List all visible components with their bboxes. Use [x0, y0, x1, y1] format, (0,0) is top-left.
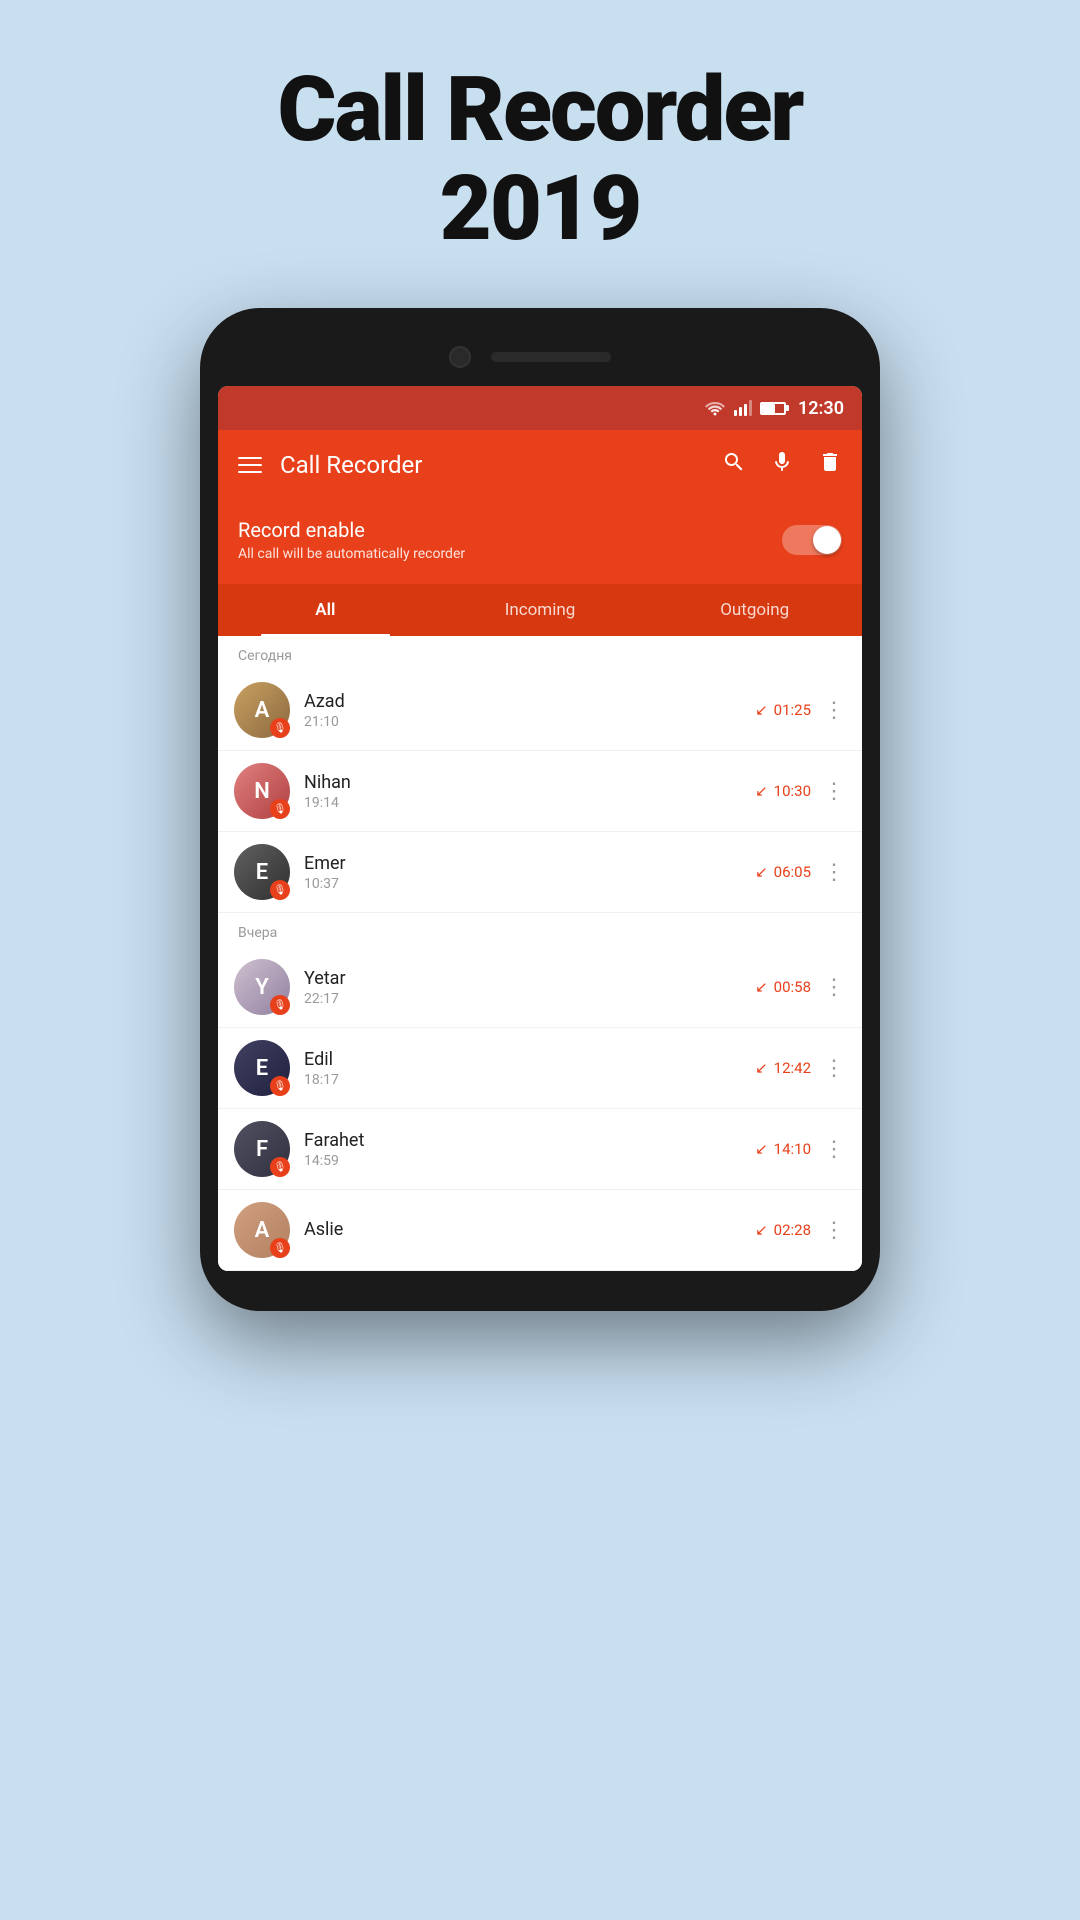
more-btn-aslie[interactable]: ⋮ [821, 1214, 846, 1247]
record-subtitle: All call will be automatically recorder [238, 546, 465, 562]
call-name-nihan: Nihan [304, 772, 755, 793]
app-bar: Call Recorder [218, 430, 862, 500]
call-arrow-azad: ↙ [755, 701, 768, 719]
more-btn-emer[interactable]: ⋮ [821, 856, 846, 889]
call-duration-azad: ↙ 01:25 [755, 701, 811, 719]
wifi-icon [704, 400, 726, 416]
call-name-yetar: Yetar [304, 968, 755, 989]
tab-incoming[interactable]: Incoming [433, 584, 648, 636]
record-title: Record enable [238, 518, 465, 542]
avatar-wrap-nihan: N 🎙 [234, 763, 290, 819]
call-name-emer: Emer [304, 853, 755, 874]
avatar-wrap-emer: E 🎙 [234, 844, 290, 900]
more-btn-nihan[interactable]: ⋮ [821, 775, 846, 808]
call-name-edil: Edil [304, 1049, 755, 1070]
tab-outgoing[interactable]: Outgoing [647, 584, 862, 636]
call-info-azad: Azad 21:10 [304, 691, 755, 730]
call-time-yetar: 22:17 [304, 991, 755, 1007]
record-text: Record enable All call will be automatic… [238, 518, 465, 562]
call-time-nihan: 19:14 [304, 795, 755, 811]
call-item-farahet[interactable]: F 🎙 Farahet 14:59 ↙ 14:10 ⋮ [218, 1109, 862, 1190]
call-arrow-emer: ↙ [755, 863, 768, 881]
signal-icon [734, 400, 752, 416]
call-name-aslie: Aslie [304, 1219, 755, 1240]
tab-all[interactable]: All [218, 584, 433, 636]
toggle-thumb [813, 526, 841, 554]
call-time-edil: 18:17 [304, 1072, 755, 1088]
call-info-nihan: Nihan 19:14 [304, 772, 755, 811]
call-duration-nihan: ↙ 10:30 [755, 782, 811, 800]
section-header-today: Сегодня [218, 636, 862, 670]
status-time: 12:30 [798, 398, 844, 419]
call-list: Сегодня A 🎙 Azad 21:10 ↙ 01:25 ⋮ [218, 636, 862, 1271]
avatar-badge-farahet: 🎙 [270, 1157, 290, 1177]
status-bar: 12:30 [218, 386, 862, 430]
phone-camera [449, 346, 471, 368]
call-arrow-edil: ↙ [755, 1059, 768, 1077]
delete-icon[interactable] [814, 446, 846, 484]
avatar-wrap-aslie: A 🎙 [234, 1202, 290, 1258]
call-duration-emer: ↙ 06:05 [755, 863, 811, 881]
call-name-farahet: Farahet [304, 1130, 755, 1151]
call-info-aslie: Aslie [304, 1219, 755, 1242]
app-bar-title: Call Recorder [280, 451, 704, 479]
call-item-yetar[interactable]: Y 🎙 Yetar 22:17 ↙ 00:58 ⋮ [218, 947, 862, 1028]
call-arrow-aslie: ↙ [755, 1221, 768, 1239]
section-header-yesterday: Вчера [218, 913, 862, 947]
call-item-aslie[interactable]: A 🎙 Aslie ↙ 02:28 ⋮ [218, 1190, 862, 1271]
phone-top-bar [218, 336, 862, 386]
call-arrow-nihan: ↙ [755, 782, 768, 800]
avatar-wrap-azad: A 🎙 [234, 682, 290, 738]
call-info-edil: Edil 18:17 [304, 1049, 755, 1088]
avatar-badge-aslie: 🎙 [270, 1238, 290, 1258]
battery-icon [760, 402, 786, 415]
avatar-badge-emer: 🎙 [270, 880, 290, 900]
record-section: Record enable All call will be automatic… [218, 500, 862, 584]
avatar-badge-nihan: 🎙 [270, 799, 290, 819]
call-time-farahet: 14:59 [304, 1153, 755, 1169]
more-btn-farahet[interactable]: ⋮ [821, 1133, 846, 1166]
avatar-badge-yetar: 🎙 [270, 995, 290, 1015]
menu-icon[interactable] [234, 453, 266, 477]
call-info-yetar: Yetar 22:17 [304, 968, 755, 1007]
more-btn-yetar[interactable]: ⋮ [821, 971, 846, 1004]
app-bar-actions [718, 446, 846, 484]
avatar-wrap-farahet: F 🎙 [234, 1121, 290, 1177]
search-icon[interactable] [718, 446, 750, 484]
call-arrow-yetar: ↙ [755, 978, 768, 996]
phone-screen: 12:30 Call Recorder [218, 386, 862, 1271]
phone-speaker [491, 352, 611, 362]
more-btn-edil[interactable]: ⋮ [821, 1052, 846, 1085]
call-item-emer[interactable]: E 🎙 Emer 10:37 ↙ 06:05 ⋮ [218, 832, 862, 913]
more-btn-azad[interactable]: ⋮ [821, 694, 846, 727]
call-item-nihan[interactable]: N 🎙 Nihan 19:14 ↙ 10:30 ⋮ [218, 751, 862, 832]
call-info-farahet: Farahet 14:59 [304, 1130, 755, 1169]
microphone-icon[interactable] [766, 446, 798, 484]
call-duration-yetar: ↙ 00:58 [755, 978, 811, 996]
avatar-wrap-yetar: Y 🎙 [234, 959, 290, 1015]
call-name-azad: Azad [304, 691, 755, 712]
call-item-edil[interactable]: E 🎙 Edil 18:17 ↙ 12:42 ⋮ [218, 1028, 862, 1109]
avatar-badge-azad: 🎙 [270, 718, 290, 738]
status-icons: 12:30 [704, 398, 844, 419]
avatar-wrap-edil: E 🎙 [234, 1040, 290, 1096]
call-arrow-farahet: ↙ [755, 1140, 768, 1158]
call-time-azad: 21:10 [304, 714, 755, 730]
phone-device: 12:30 Call Recorder [200, 308, 880, 1311]
app-title: Call Recorder 2019 [278, 60, 803, 258]
avatar-badge-edil: 🎙 [270, 1076, 290, 1096]
call-item-azad[interactable]: A 🎙 Azad 21:10 ↙ 01:25 ⋮ [218, 670, 862, 751]
record-toggle[interactable] [782, 525, 842, 555]
call-duration-edil: ↙ 12:42 [755, 1059, 811, 1077]
call-duration-aslie: ↙ 02:28 [755, 1221, 811, 1239]
call-duration-farahet: ↙ 14:10 [755, 1140, 811, 1158]
call-info-emer: Emer 10:37 [304, 853, 755, 892]
tabs: All Incoming Outgoing [218, 584, 862, 636]
call-time-emer: 10:37 [304, 876, 755, 892]
